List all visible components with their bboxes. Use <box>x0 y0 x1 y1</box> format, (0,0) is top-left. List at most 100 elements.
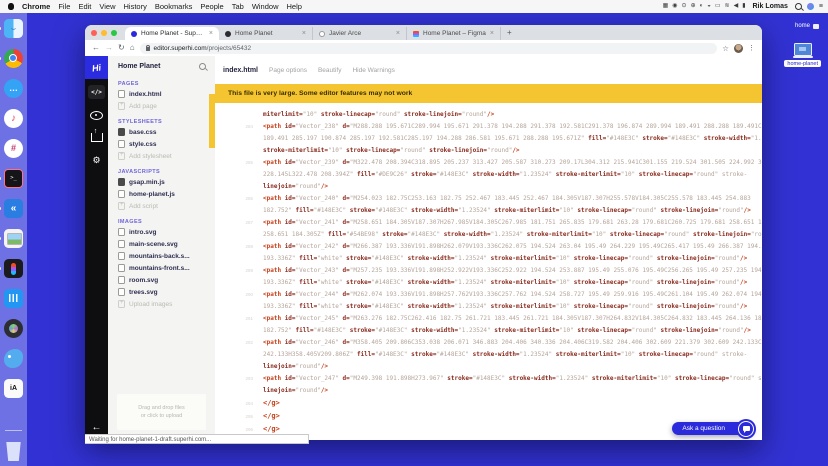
code-row[interactable]: 189.491 285.197 190.874 285.197 192.581C… <box>215 133 762 145</box>
sidebar-item-gsap-min-js[interactable]: gsap.min.js <box>118 178 215 186</box>
sidebar-item-mountains-back-s[interactable]: mountains-back.s... <box>118 252 215 260</box>
settings-gear-button[interactable]: ⚙ <box>92 155 100 166</box>
menu-item-people[interactable]: People <box>200 2 223 11</box>
code-row[interactable]: 286<path id="Vector_240" d="M254.023 182… <box>215 193 762 205</box>
sidebar-item-intro-svg[interactable]: intro.svg <box>118 228 215 236</box>
tab-close-icon[interactable]: × <box>396 30 400 37</box>
code-row[interactable]: linejoin="round"/> <box>215 361 762 373</box>
browser-tab-home-planet[interactable]: Home Planet× <box>219 27 313 40</box>
publish-upload-button[interactable] <box>91 133 103 142</box>
code-row[interactable]: 288<path id="Vector_242" d="M266.387 193… <box>215 241 762 253</box>
back-button[interactable]: ← <box>92 44 100 52</box>
code-row[interactable]: 182.752" fill="#148E3C" stroke="#148E3C"… <box>215 205 762 217</box>
terminal-dock-icon[interactable]: >_ <box>4 169 23 188</box>
menubar-status-icon[interactable]: ◒ <box>707 0 711 13</box>
sidebar-item-home-planet-js[interactable]: home-planet.js <box>118 190 215 198</box>
profile-avatar[interactable] <box>734 44 743 53</box>
sidebar-item-main-scene-svg[interactable]: main-scene.svg <box>118 240 215 248</box>
browser-tab-home-planet-superhi[interactable]: Home Planet - SuperHi× <box>125 27 219 40</box>
superhi-logo[interactable]: Hi <box>85 56 108 79</box>
menu-app-name[interactable]: Chrome <box>22 2 50 11</box>
spotlight-search-icon[interactable] <box>795 3 802 10</box>
editor-action-beautify[interactable]: Beautify <box>318 67 342 74</box>
code-row[interactable]: 293<path id="Vector_247" d="M249.398 191… <box>215 373 762 385</box>
chrome-dock-icon[interactable] <box>4 49 23 68</box>
menu-user-name[interactable]: Rik Lomas <box>753 3 788 10</box>
desktop-item-home-planet[interactable]: home-planet <box>784 43 821 67</box>
menubar-status-icon[interactable]: ▭ <box>715 0 721 13</box>
intercom-dock-icon[interactable] <box>4 289 23 308</box>
preview-dock-icon[interactable] <box>4 229 23 248</box>
sidebar-item-base-css[interactable]: base.css <box>118 128 215 136</box>
sidebar-search-icon[interactable] <box>199 63 206 70</box>
code-row[interactable]: 193.336Z" fill="white" stroke="#148E3C" … <box>215 277 762 289</box>
tab-close-icon[interactable]: × <box>302 30 306 37</box>
code-row[interactable]: 182.752" fill="#148E3C" stroke="#148E3C"… <box>215 325 762 337</box>
menubar-status-icon[interactable]: ▮ <box>742 0 745 13</box>
menubar-status-icon[interactable]: ◐ <box>700 0 704 13</box>
sidebar-item-index-html[interactable]: index.html <box>118 90 215 98</box>
code-row[interactable]: 284<path id="Vector_238" d="M288.288 195… <box>215 121 762 133</box>
code-row[interactable]: linejoin="round"/> <box>215 181 762 193</box>
code-view-button[interactable]: </> <box>88 85 105 99</box>
code-row[interactable]: 242.133H358.405V209.806Z" fill="#148E3C"… <box>215 349 762 361</box>
sidebar-item-mountains-front-s[interactable]: mountains-front.s... <box>118 264 215 272</box>
apple-menu-icon[interactable] <box>8 3 14 10</box>
sidebar-item-add-stylesheet[interactable]: Add stylesheet <box>118 152 215 160</box>
code-row[interactable]: 294</g> <box>215 397 762 410</box>
code-row[interactable]: 290<path id="Vector_244" d="M262.074 193… <box>215 289 762 301</box>
menu-item-window[interactable]: Window <box>252 2 279 11</box>
code-row[interactable]: stroke-miterlimit="10" stroke-linecap="r… <box>215 145 762 157</box>
ask-a-question-button[interactable]: Ask a question <box>672 422 753 435</box>
desktop-item-home[interactable]: home <box>795 23 819 29</box>
code-row[interactable]: 228.145L322.478 208.394Z" fill="#DE9C26"… <box>215 169 762 181</box>
code-row[interactable]: 289<path id="Vector_243" d="M257.235 193… <box>215 265 762 277</box>
tab-close-icon[interactable]: × <box>209 30 213 37</box>
menubar-status-icon[interactable]: ▦ <box>663 0 669 13</box>
code-row[interactable]: linejoin="round"/> <box>215 385 762 397</box>
figma-dock-icon[interactable] <box>4 259 23 278</box>
tab-close-icon[interactable]: × <box>490 30 494 37</box>
menu-item-help[interactable]: Help <box>287 2 302 11</box>
menu-item-history[interactable]: History <box>124 2 147 11</box>
trash-dock-icon[interactable] <box>4 442 23 461</box>
vscode-dock-icon[interactable]: « <box>4 199 23 218</box>
minimize-window-button[interactable] <box>101 30 107 36</box>
menu-item-view[interactable]: View <box>99 2 115 11</box>
messages-dock-icon[interactable]: … <box>4 79 23 98</box>
forward-button[interactable]: → <box>105 44 113 52</box>
browser-tab-javier-arce[interactable]: Javier Arce× <box>313 27 407 40</box>
chat-widget-button[interactable] <box>736 419 756 439</box>
code-row[interactable]: 285<path id="Vector_239" d="M322.478 208… <box>215 157 762 169</box>
ia-writer-dock-icon[interactable]: iA <box>4 379 23 398</box>
notification-center-icon[interactable]: ≡ <box>819 3 823 10</box>
menubar-status-icon[interactable]: ◉ <box>672 0 677 13</box>
menu-item-file[interactable]: File <box>58 2 70 11</box>
code-row[interactable]: 193.336Z" fill="white" stroke="#148E3C" … <box>215 253 762 265</box>
new-tab-button[interactable]: + <box>507 28 512 37</box>
menu-item-bookmarks[interactable]: Bookmarks <box>155 2 193 11</box>
browser-tab-home-planet-figma[interactable]: Home Planet – Figma× <box>407 27 501 40</box>
close-window-button[interactable] <box>91 30 97 36</box>
back-arrow-button[interactable]: ← <box>85 422 108 433</box>
sidebar-item-style-css[interactable]: style.css <box>118 140 215 148</box>
menu-item-edit[interactable]: Edit <box>78 2 91 11</box>
file-dropzone[interactable]: Drag and drop files or click to upload <box>117 394 206 430</box>
reload-button[interactable]: ↻ <box>118 44 125 52</box>
menu-item-tab[interactable]: Tab <box>232 2 244 11</box>
slack-dock-icon[interactable]: # <box>4 139 23 158</box>
media-app-dock-icon[interactable] <box>4 319 23 338</box>
sidebar-item-add-script[interactable]: Add script <box>118 202 215 210</box>
menubar-status-icon[interactable]: ◀ <box>734 0 739 13</box>
code-row[interactable]: 291<path id="Vector_245" d="M263.276 182… <box>215 313 762 325</box>
sidebar-item-upload-images[interactable]: Upload images <box>118 300 215 308</box>
menubar-status-icon[interactable]: ⊕ <box>691 0 696 13</box>
open-file-label[interactable]: index.html <box>223 67 258 74</box>
sidebar-item-add-page[interactable]: Add page <box>118 102 215 110</box>
menubar-status-icon[interactable]: ≋ <box>725 0 730 13</box>
code-row[interactable]: 193.336Z" fill="white" stroke="#148E3C" … <box>215 301 762 313</box>
address-bar[interactable]: editor.superhi.com/projects/65432 <box>140 43 718 54</box>
code-row[interactable]: miterlimit="10" stroke-linecap="round" s… <box>215 109 762 121</box>
twitter-dock-icon[interactable] <box>4 349 23 368</box>
home-button[interactable]: ⌂ <box>130 44 135 52</box>
